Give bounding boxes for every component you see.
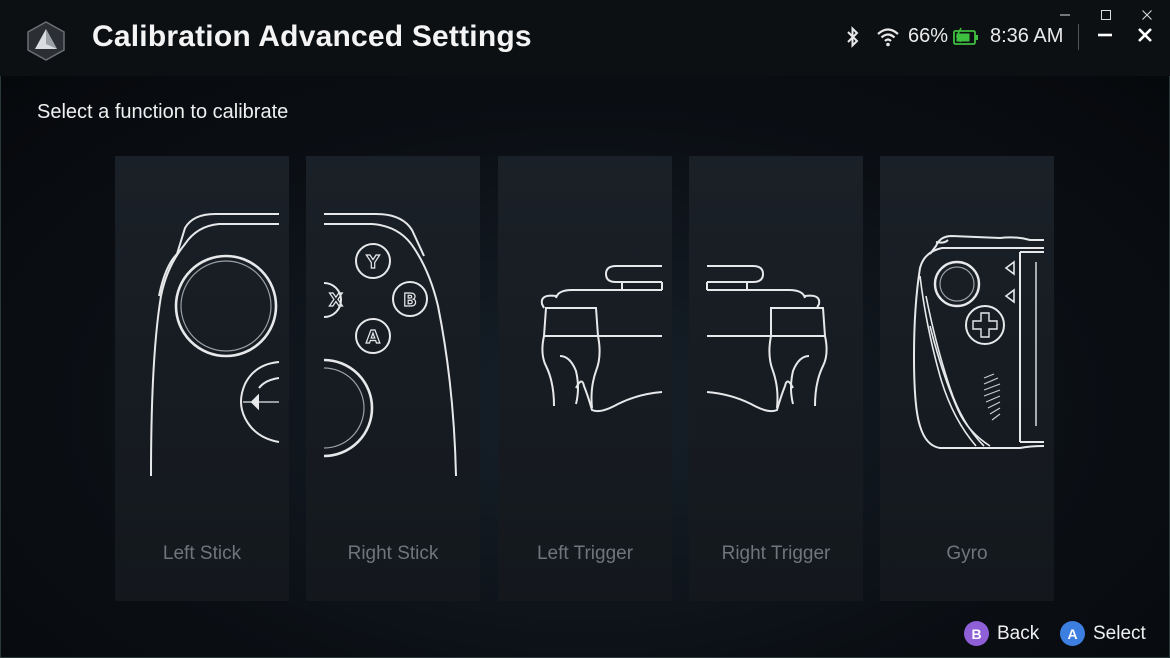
titlebar-divider (1078, 24, 1079, 50)
system-minimize-button[interactable] (1054, 4, 1076, 26)
bluetooth-icon (845, 22, 861, 52)
card-label: Left Trigger (536, 543, 634, 564)
battery-percentage: 66% (908, 25, 949, 47)
clock: 8:36 AM (990, 25, 1064, 47)
svg-text:A: A (366, 327, 380, 348)
app-logo-icon (27, 21, 65, 61)
window-title: Calibration Advanced Settings (92, 20, 532, 53)
battery-charging-icon (953, 22, 979, 52)
svg-text:X: X (329, 290, 343, 311)
right-stick-illustration: Y B A X (323, 213, 457, 477)
back-label: Back (997, 622, 1040, 644)
card-label: Left Stick (162, 543, 242, 564)
a-button-icon: A (1060, 621, 1085, 646)
right-stick-card[interactable]: Y B A X Right Stick (306, 156, 480, 601)
svg-text:Y: Y (365, 252, 380, 273)
left-trigger-illustration (540, 265, 663, 413)
card-label: Right Stick (347, 543, 439, 564)
svg-text:B: B (403, 290, 417, 311)
right-trigger-card[interactable]: Right Trigger (689, 156, 863, 601)
minimize-button[interactable] (1094, 24, 1116, 46)
left-trigger-card[interactable]: Left Trigger (498, 156, 672, 601)
title-bar: Calibration Advanced Settings 66% 8:36 A… (0, 0, 1170, 76)
right-trigger-illustration (706, 265, 828, 413)
system-close-button[interactable] (1136, 4, 1158, 26)
card-label: Right Trigger (721, 543, 831, 564)
select-hint[interactable]: A Select (1060, 621, 1146, 646)
gyro-illustration (912, 234, 1045, 449)
close-button[interactable] (1134, 24, 1156, 46)
select-label: Select (1093, 622, 1146, 644)
left-stick-illustration (150, 213, 280, 477)
left-stick-card[interactable]: Left Stick (115, 156, 289, 601)
instruction-text: Select a function to calibrate (37, 101, 289, 123)
card-label: Gyro (946, 543, 988, 564)
back-hint[interactable]: B Back (964, 621, 1039, 646)
system-maximize-button[interactable] (1095, 4, 1117, 26)
gyro-card[interactable]: Gyro (880, 156, 1054, 601)
wifi-icon (876, 22, 900, 52)
b-button-icon: B (964, 621, 989, 646)
